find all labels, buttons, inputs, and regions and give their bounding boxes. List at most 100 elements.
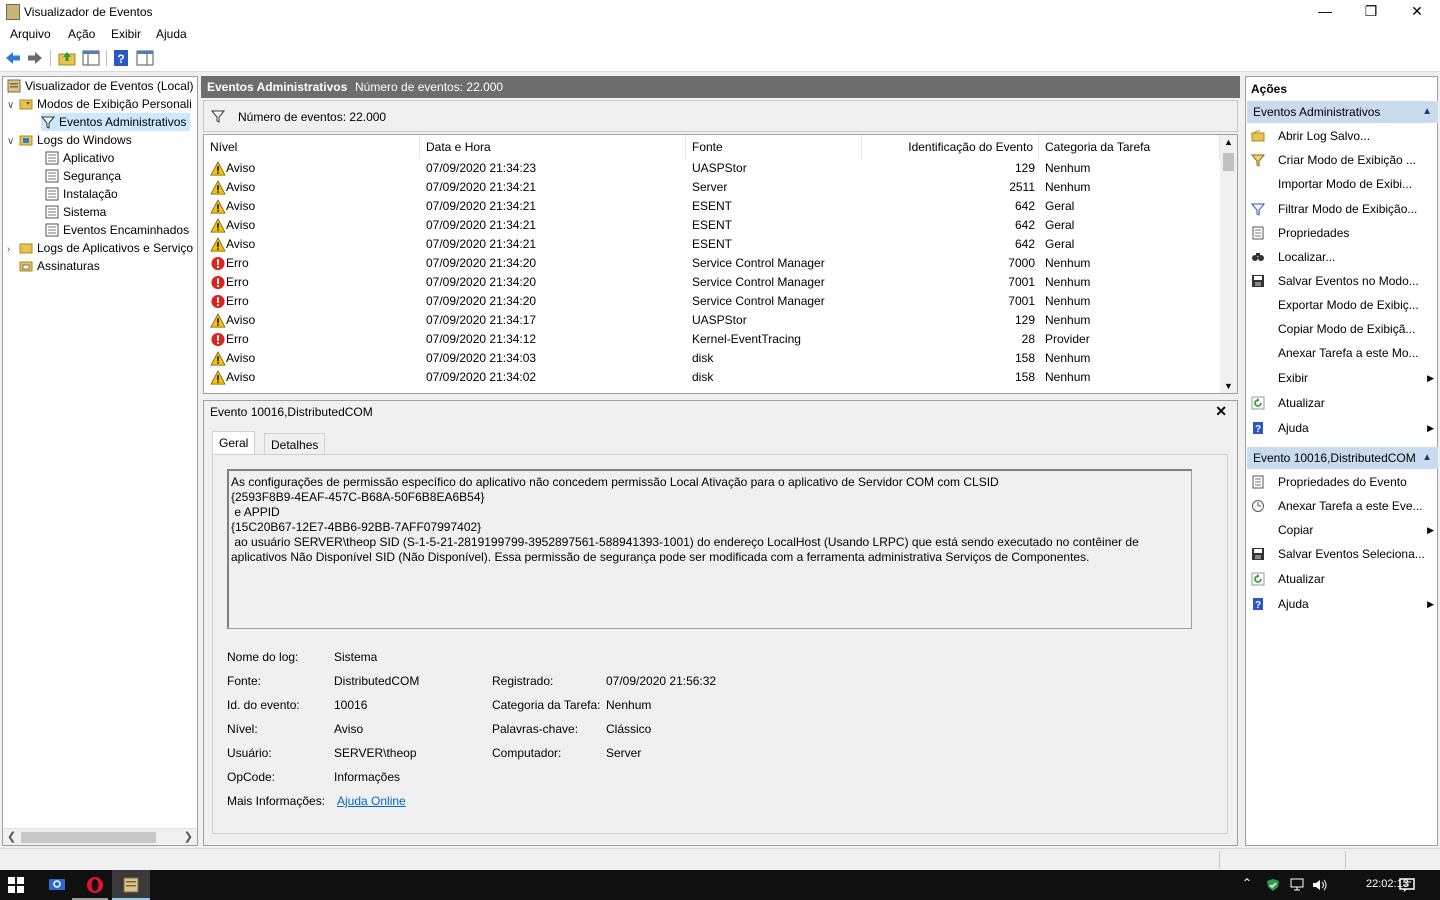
tree-node-admin-events[interactable]: Eventos Administrativos	[41, 113, 191, 131]
column-header-event-id[interactable]: Identificação do Evento	[862, 135, 1039, 159]
view-action-5[interactable]: Localizar...	[1250, 245, 1436, 269]
view-action-12[interactable]: ? Ajuda ▶	[1250, 416, 1436, 440]
cell-event-id: 2511	[1009, 180, 1035, 194]
table-row[interactable]: Erro 07/09/2020 21:34:20 Service Control M…	[204, 254, 1220, 273]
show-hide-tree-icon[interactable]	[82, 49, 100, 67]
scroll-right-icon[interactable]: ❯	[184, 830, 193, 843]
view-action-6[interactable]: Salvar Eventos no Modo...	[1250, 269, 1436, 293]
tree-node-app-services[interactable]: › Logs de Aplicativos e Serviço	[7, 239, 193, 257]
forward-arrow-icon[interactable]	[26, 49, 44, 67]
view-action-11[interactable]: Atualizar	[1250, 391, 1436, 415]
windows-start-icon[interactable]	[8, 877, 24, 893]
event-action-5[interactable]: ? Ajuda ▶	[1250, 592, 1436, 616]
cell-category: Nenhum	[1045, 351, 1091, 365]
event-action-0[interactable]: Propriedades do Evento	[1250, 470, 1436, 494]
event-viewer-taskbar-icon[interactable]	[123, 877, 139, 893]
table-row[interactable]: Aviso 07/09/2020 21:34:23 UASPStor 129 Nenhu…	[204, 159, 1220, 178]
close-button[interactable]: ✕	[1394, 0, 1440, 24]
tree-node-custom-views[interactable]: ∨ Modos de Exibição Personali	[7, 95, 192, 113]
column-header-source[interactable]: Fonte	[686, 135, 862, 159]
view-action-1[interactable]: Criar Modo de Exibição ...	[1250, 148, 1436, 172]
notifications-icon[interactable]	[1399, 877, 1415, 893]
menu-ajuda[interactable]: Ajuda	[156, 27, 187, 41]
tree-node-system[interactable]: Sistema	[45, 203, 106, 221]
tree-node-subscriptions[interactable]: Assinaturas	[19, 257, 100, 275]
list-vertical-scrollbar[interactable]: ▲ ▼	[1220, 135, 1237, 393]
scroll-left-icon[interactable]: ❮	[7, 830, 16, 843]
expand-chevron-icon[interactable]: ›	[7, 241, 19, 259]
table-row[interactable]: Erro 07/09/2020 21:34:12 Kernel-EventTraci…	[204, 330, 1220, 349]
show-hide-action-pane-icon[interactable]	[136, 49, 154, 67]
collapse-triangle-icon[interactable]: ▲	[1422, 101, 1432, 123]
filter-bar: Número de eventos: 22.000	[203, 100, 1238, 132]
cell-source: ESENT	[692, 237, 733, 251]
tree-node-setup[interactable]: Instalação	[45, 185, 118, 203]
scroll-down-icon[interactable]: ▼	[1224, 381, 1233, 391]
actions-section-event[interactable]: Evento 10016,DistributedCOM ▲	[1247, 447, 1438, 469]
collapse-chevron-icon[interactable]: ∨	[7, 97, 19, 115]
field-value-task-category: Nenhum	[606, 698, 652, 712]
minimize-button[interactable]: —	[1302, 0, 1348, 24]
view-action-8[interactable]: Copiar Modo de Exibiçã...	[1250, 317, 1436, 341]
submenu-arrow-icon: ▶	[1427, 373, 1434, 383]
collapse-chevron-icon[interactable]: ∨	[7, 133, 19, 151]
up-folder-icon[interactable]	[58, 49, 76, 67]
warning-icon	[210, 218, 226, 233]
table-row[interactable]: Erro 07/09/2020 21:34:20 Service Control M…	[204, 273, 1220, 292]
column-header-level[interactable]: Nível	[204, 135, 420, 159]
table-row[interactable]: Aviso 07/09/2020 21:34:21 ESENT 642 Geral	[204, 197, 1220, 216]
view-action-3[interactable]: Filtrar Modo de Exibição...	[1250, 197, 1436, 221]
scroll-up-icon[interactable]: ▲	[1224, 137, 1233, 147]
menu-acao[interactable]: Ação	[68, 27, 95, 41]
column-header-category[interactable]: Categoria da Tarefa	[1039, 135, 1220, 159]
volume-icon[interactable]	[1312, 878, 1328, 892]
actions-section-admin-events[interactable]: Eventos Administrativos ▲	[1247, 101, 1438, 123]
table-row[interactable]: Aviso 07/09/2020 21:34:21 Server 2511 Nenhum	[204, 178, 1220, 197]
tree-node-root[interactable]: Visualizador de Eventos (Local)	[7, 77, 194, 95]
opera-browser-icon[interactable]	[86, 876, 104, 894]
action-label: Copiar Modo de Exibiçã...	[1278, 322, 1416, 336]
view-action-9[interactable]: Anexar Tarefa a este Mo...	[1250, 341, 1436, 365]
taskbar: ⌃ 22:02:13	[0, 870, 1440, 900]
scroll-thumb[interactable]	[21, 832, 156, 843]
back-arrow-icon[interactable]	[4, 49, 22, 67]
tree-node-security[interactable]: Segurança	[45, 167, 121, 185]
tree-node-windows-logs[interactable]: ∨ Logs do Windows	[7, 131, 132, 149]
network-icon[interactable]	[1290, 878, 1306, 892]
collapse-triangle-icon[interactable]: ▲	[1422, 447, 1432, 469]
view-action-2[interactable]: Importar Modo de Exibi...	[1250, 172, 1436, 196]
chevron-up-icon[interactable]: ⌃	[1242, 876, 1252, 890]
view-action-4[interactable]: Propriedades	[1250, 221, 1436, 245]
help-icon[interactable]: ?	[112, 49, 130, 67]
tab-general[interactable]: Geral	[212, 431, 256, 456]
view-action-10[interactable]: Exibir ▶	[1250, 366, 1436, 390]
tree-node-application[interactable]: Aplicativo	[45, 149, 114, 167]
column-header-date[interactable]: Data e Hora	[420, 135, 686, 159]
menu-exibir[interactable]: Exibir	[111, 27, 141, 41]
refresh-icon	[1251, 396, 1265, 410]
table-row[interactable]: Aviso 07/09/2020 21:34:17 UASPStor 129 Nenhu…	[204, 311, 1220, 330]
close-icon[interactable]: ✕	[1215, 403, 1227, 420]
online-help-link[interactable]: Ajuda Online	[337, 794, 406, 808]
tree-node-forwarded[interactable]: Eventos Encaminhados	[45, 221, 189, 239]
view-action-0[interactable]: Abrir Log Salvo...	[1250, 124, 1436, 148]
menu-arquivo[interactable]: Arquivo	[10, 27, 51, 41]
defender-shield-icon[interactable]	[1266, 878, 1280, 892]
view-action-7[interactable]: Exportar Modo de Exibiç...	[1250, 293, 1436, 317]
event-action-4[interactable]: Atualizar	[1250, 567, 1436, 591]
action-label: Importar Modo de Exibi...	[1278, 177, 1413, 191]
table-row[interactable]: Aviso 07/09/2020 21:34:21 ESENT 642 Geral	[204, 216, 1220, 235]
log-icon	[45, 223, 59, 237]
table-row[interactable]: Erro 07/09/2020 21:34:20 Service Control M…	[204, 292, 1220, 311]
table-row[interactable]: Aviso 07/09/2020 21:34:21 ESENT 642 Geral	[204, 235, 1220, 254]
event-action-3[interactable]: Salvar Eventos Seleciona...	[1250, 542, 1436, 566]
search-app-icon[interactable]	[48, 877, 66, 893]
table-row[interactable]: Aviso 07/09/2020 21:34:02 disk 158 Nenhum	[204, 368, 1220, 387]
scroll-thumb[interactable]	[1223, 153, 1234, 171]
event-action-2[interactable]: Copiar ▶	[1250, 518, 1436, 542]
restore-button[interactable]: ❐	[1348, 0, 1394, 24]
table-row[interactable]: Aviso 07/09/2020 21:34:03 disk 158 Nenhum	[204, 349, 1220, 368]
event-action-1[interactable]: Anexar Tarefa a este Eve...	[1250, 494, 1436, 518]
tree-horizontal-scrollbar[interactable]: ❮ ❯	[3, 828, 197, 845]
cell-event-id: 129	[1014, 313, 1035, 327]
